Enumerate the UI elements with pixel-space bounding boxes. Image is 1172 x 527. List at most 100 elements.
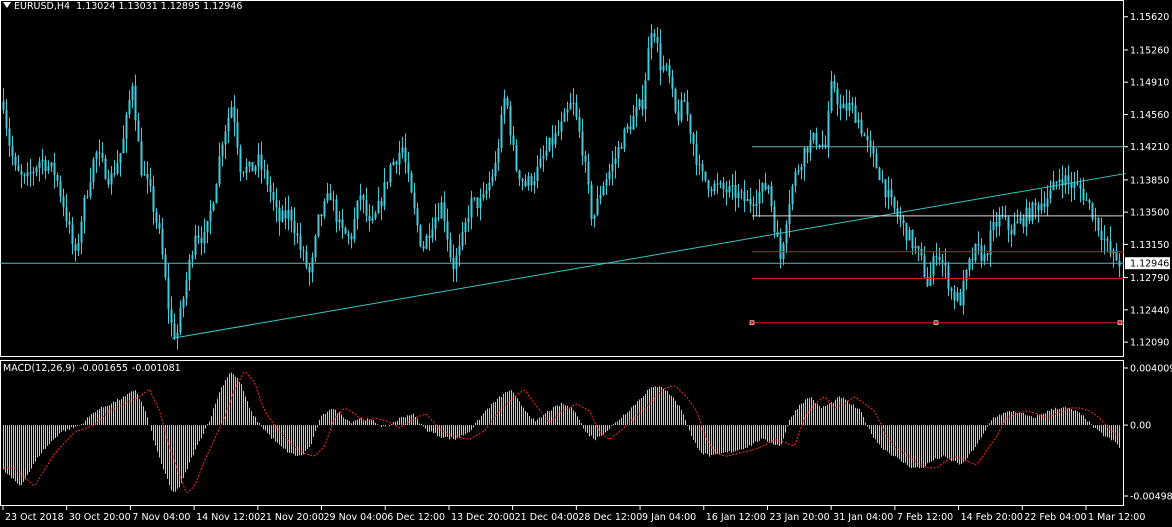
candle-body: [707, 180, 710, 190]
candle-body: [236, 122, 239, 148]
candle-body: [122, 138, 125, 154]
candle: [368, 204, 371, 232]
candle-body: [578, 116, 581, 132]
candle-body: [323, 200, 326, 217]
candle-body: [500, 114, 503, 149]
candle-body: [560, 121, 563, 132]
candle: [371, 205, 374, 224]
candle: [938, 247, 941, 266]
candle-body: [524, 181, 527, 187]
candle-body: [20, 170, 23, 175]
macd-tick-label: -0.00498: [1130, 492, 1172, 503]
candle-body: [422, 246, 425, 249]
candle-body: [641, 99, 644, 110]
candle: [1040, 188, 1043, 215]
candle-body: [551, 137, 554, 145]
candle: [866, 127, 869, 153]
candle-body: [200, 237, 203, 244]
candle: [872, 140, 875, 167]
candle-body: [173, 323, 176, 339]
candle-body: [674, 88, 677, 112]
candle: [299, 222, 302, 259]
candle-body: [611, 164, 614, 172]
time-tick-label: 16 Jan 12:00: [706, 512, 766, 523]
candle: [677, 99, 680, 126]
candle: [998, 207, 1001, 236]
candle-body: [152, 186, 155, 212]
candle: [794, 167, 797, 193]
candle: [188, 254, 191, 292]
candle-body: [548, 137, 551, 151]
candle: [425, 233, 428, 250]
candle-body: [344, 227, 347, 234]
candle: [467, 205, 470, 233]
candle-body: [383, 182, 386, 207]
candle: [215, 183, 218, 204]
candle: [974, 243, 977, 263]
candle-body: [335, 199, 338, 222]
candle-body: [230, 106, 233, 118]
candle: [854, 96, 857, 123]
candle: [548, 137, 551, 153]
candle-body: [788, 204, 791, 225]
candle-body: [482, 194, 485, 198]
candle: [1064, 167, 1067, 194]
price-tick-label: 1.15260: [1130, 45, 1169, 56]
candle-body: [827, 111, 830, 148]
candle: [797, 164, 800, 175]
candle-body: [110, 173, 113, 185]
candle-body: [536, 166, 539, 182]
candle-body: [302, 249, 305, 252]
candle: [551, 125, 554, 158]
candle-body: [407, 162, 410, 174]
candle: [242, 171, 245, 177]
candle: [101, 142, 104, 163]
candle: [287, 195, 290, 231]
candle: [527, 172, 530, 191]
candle: [29, 158, 32, 187]
candle-body: [587, 161, 590, 185]
price-tick-label: 1.14560: [1130, 110, 1169, 121]
candle-body: [413, 192, 416, 209]
candle: [614, 146, 617, 179]
candle: [1004, 205, 1007, 221]
candle-body: [275, 200, 278, 208]
candle-body: [161, 228, 164, 255]
candle-body: [479, 197, 482, 208]
price-chart[interactable]: 1.15620 1.15260 1.14910 1.14560 1.14210 1.138…: [0, 0, 1172, 527]
candle-body: [5, 109, 8, 129]
candle-body: [434, 217, 437, 229]
candle: [566, 101, 569, 122]
candle-body: [488, 182, 491, 191]
candle: [431, 217, 434, 243]
candle-body: [761, 183, 764, 192]
candle-body: [167, 277, 170, 310]
candle: [257, 142, 260, 178]
candle: [530, 173, 533, 192]
candle-body: [56, 175, 59, 181]
candle: [1097, 217, 1100, 237]
candle: [1049, 180, 1052, 204]
candle: [281, 205, 284, 223]
candle: [1007, 215, 1010, 243]
candle: [1112, 248, 1115, 268]
candle: [812, 132, 815, 144]
candle: [497, 138, 500, 171]
time-tick-label: 28 Dec 12:00: [578, 512, 642, 523]
candle: [1094, 207, 1097, 232]
candle: [593, 214, 596, 228]
candle-body: [545, 150, 548, 157]
candle-body: [71, 224, 74, 245]
candle: [233, 95, 236, 137]
candle: [683, 92, 686, 103]
candle: [5, 99, 8, 137]
candle: [509, 100, 512, 145]
candle-body: [410, 173, 413, 193]
candle-body: [584, 155, 587, 162]
candle: [503, 89, 506, 124]
candle-body: [854, 105, 857, 123]
candle-body: [101, 153, 104, 159]
candle-body: [554, 133, 557, 145]
candle: [380, 197, 383, 221]
candle-body: [512, 135, 515, 146]
